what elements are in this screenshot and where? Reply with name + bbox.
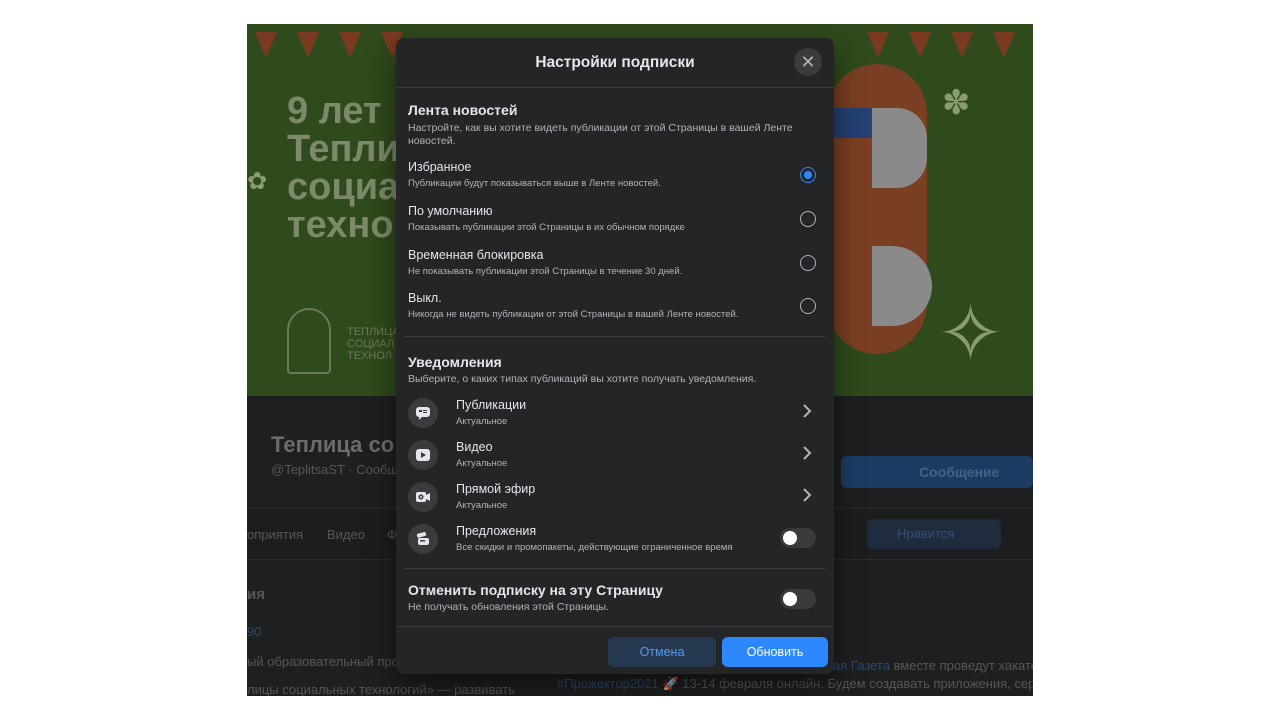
option-description: Показывать публикации этой Страницы в их… (408, 222, 685, 233)
option-label: Избранное (408, 160, 472, 174)
notification-status: Актуальное (456, 500, 508, 511)
radio-button[interactable] (800, 211, 816, 227)
notifications-section-title: Уведомления (408, 354, 502, 370)
radio-button[interactable] (800, 298, 816, 314)
dialog-title: Настройки подписки (535, 54, 695, 71)
notification-video[interactable]: Видео Актуальное (408, 438, 822, 476)
screen: 9 лет Тепли социа техно ✿ ТЕПЛИЦА СОЦИАЛ… (247, 24, 1033, 696)
cover-logo-text: ТЕПЛИЦА СОЦИАЛ ТЕХНОЛ (347, 326, 400, 362)
unfollow-row[interactable]: Отменить подписку на эту Страницу Не пол… (408, 582, 822, 620)
tab-video[interactable]: Видео (327, 527, 365, 542)
close-button[interactable]: ✕ (794, 48, 822, 76)
radio-button-selected[interactable] (800, 167, 816, 183)
feed-option-off[interactable]: Выкл. Никогда не видеть публикации от эт… (408, 291, 822, 331)
option-label: Выкл. (408, 291, 442, 305)
option-description: Не показывать публикации этой Страницы в… (408, 266, 683, 277)
follow-settings-dialog: Настройки подписки ✕ Лента новостей Наст… (396, 38, 834, 674)
notification-status: Актуальное (456, 458, 508, 469)
update-button[interactable]: Обновить (722, 637, 828, 667)
chevron-right-icon[interactable] (800, 444, 814, 462)
star-decoration-large: ✧ (937, 289, 1005, 378)
option-label: По умолчанию (408, 204, 493, 218)
cancel-button[interactable]: Отмена (608, 637, 716, 667)
feed-option-default[interactable]: По умолчанию Показывать публикации этой … (408, 204, 822, 244)
page-name[interactable]: Теплица со (271, 432, 394, 458)
cover-title: 9 лет Тепли социа техно (287, 90, 400, 246)
star-decoration: ✽ (942, 84, 971, 122)
cover-shape-top (872, 108, 927, 188)
unfollow-toggle[interactable] (780, 589, 816, 609)
notification-label: Видео (456, 440, 493, 454)
notification-status: Актуальное (456, 416, 508, 427)
option-description: Публикации будут показываться выше в Лен… (408, 178, 661, 189)
notification-label: Прямой эфир (456, 482, 536, 496)
feed-option-favorites[interactable]: Избранное Публикации будут показываться … (408, 160, 822, 200)
notifications-section-subtitle: Выберите, о каких типах публикаций вы хо… (408, 373, 757, 385)
post-link-1[interactable]: ая Газета (833, 658, 890, 673)
chevron-right-icon[interactable] (800, 402, 814, 420)
unfollow-title: Отменить подписку на эту Страницу (408, 582, 663, 598)
message-button[interactable]: Сообщение (841, 456, 1033, 488)
feed-option-snooze[interactable]: Временная блокировка Не показывать публи… (408, 248, 822, 288)
about-title: ия (247, 586, 265, 603)
section-divider (404, 336, 826, 337)
post-hashtag[interactable]: #Прожектор2021 (557, 676, 659, 691)
notification-description: Все скидки и промопакеты, действующие ог… (456, 542, 733, 553)
page-handle: @TeplitsaST · Сообщ (271, 462, 399, 477)
offers-toggle[interactable] (780, 528, 816, 548)
video-icon (408, 440, 438, 470)
dialog-footer: Отмена Обновить (396, 626, 834, 674)
live-video-icon (408, 482, 438, 512)
notification-label: Публикации (456, 398, 527, 412)
radio-button[interactable] (800, 255, 816, 271)
about-link[interactable]: 90 (247, 624, 261, 639)
post-icon (408, 398, 438, 428)
notification-live[interactable]: Прямой эфир Актуальное (408, 480, 822, 518)
option-description: Никогда не видеть публикации от этой Стр… (408, 309, 739, 320)
notification-label: Предложения (456, 524, 537, 538)
tab-events[interactable]: оприятия (247, 527, 303, 542)
chevron-right-icon[interactable] (800, 486, 814, 504)
dialog-header: Настройки подписки ✕ (396, 38, 834, 88)
unfollow-subtitle: Не получать обновления этой Страницы. (408, 601, 610, 613)
option-label: Временная блокировка (408, 248, 544, 262)
post-text-1: ая Газета вместе проведут хакатон (833, 658, 1033, 673)
offer-icon (408, 524, 438, 554)
flower-decoration: ✿ (247, 168, 268, 195)
about-text-2: лицы социальных технологий» — развивать (247, 682, 515, 696)
feed-section-subtitle: Настройте, как вы хотите видеть публикац… (408, 122, 793, 147)
teplitsa-logo (287, 308, 331, 374)
section-divider (404, 568, 826, 569)
notification-offers[interactable]: Предложения Все скидки и промопакеты, де… (408, 522, 822, 560)
post-text-2: #Прожектор2021 🚀 13-14 февраля онлайн. Б… (557, 676, 1033, 691)
feed-section-title: Лента новостей (408, 102, 518, 118)
about-text-1: ый образовательный про (247, 654, 399, 669)
notification-posts[interactable]: Публикации Актуальное (408, 396, 822, 434)
like-button[interactable]: Нравится (867, 519, 1001, 549)
